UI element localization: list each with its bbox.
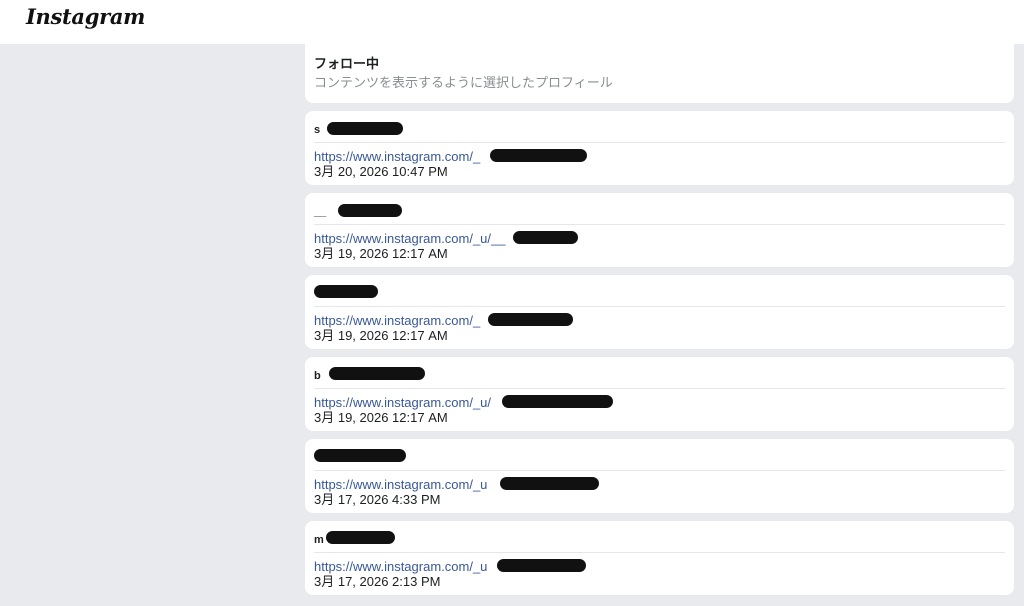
section-subtitle: コンテンツを表示するように選択したプロフィール [314, 75, 613, 90]
redaction-mark [314, 285, 378, 298]
follow-date: 3月 19, 2026 12:17 AM [314, 328, 448, 343]
redaction-mark [338, 204, 402, 217]
list-item: https://www.instagram.com/_u 3月 17, 2026… [305, 439, 1014, 513]
follow-date: 3月 20, 2026 10:47 PM [314, 164, 448, 179]
top-bar: Instagram [0, 0, 1024, 44]
divider [314, 388, 1005, 389]
profile-link[interactable]: https://www.instagram.com/_u/ [314, 395, 491, 410]
divider [314, 470, 1005, 471]
divider [314, 142, 1005, 143]
following-list: フォロー中 コンテンツを表示するように選択したプロフィール s https://… [305, 44, 1014, 595]
list-item: __ https://www.instagram.com/_u/__ 3月 19… [305, 193, 1014, 267]
instagram-logo[interactable]: Instagram [26, 4, 145, 29]
section-title: フォロー中 [314, 56, 380, 71]
redaction-mark [502, 395, 613, 408]
profile-link[interactable]: https://www.instagram.com/_u [314, 477, 487, 492]
redaction-mark [326, 531, 395, 544]
redaction-mark [500, 477, 599, 490]
profile-link[interactable]: https://www.instagram.com/_u/__ [314, 231, 505, 246]
username: __ [314, 206, 327, 218]
follow-date: 3月 19, 2026 12:17 AM [314, 410, 448, 425]
list-item: b https://www.instagram.com/_u/ 3月 19, 2… [305, 357, 1014, 431]
follow-date: 3月 17, 2026 2:13 PM [314, 574, 441, 589]
list-item: m https://www.instagram.com/_u 3月 17, 20… [305, 521, 1014, 595]
redaction-mark [327, 122, 403, 135]
follow-date: 3月 19, 2026 12:17 AM [314, 246, 448, 261]
divider [314, 224, 1005, 225]
profile-link[interactable]: https://www.instagram.com/_u [314, 559, 487, 574]
username: m [314, 534, 324, 546]
section-header: フォロー中 コンテンツを表示するように選択したプロフィール [305, 44, 1014, 103]
list-item: s https://www.instagram.com/_ 3月 20, 202… [305, 111, 1014, 185]
list-item: https://www.instagram.com/_ 3月 19, 2026 … [305, 275, 1014, 349]
redaction-mark [490, 149, 587, 162]
profile-link[interactable]: https://www.instagram.com/_ [314, 313, 480, 328]
username: b [314, 370, 321, 382]
redaction-mark [329, 367, 425, 380]
redaction-mark [488, 313, 573, 326]
redaction-mark [497, 559, 586, 572]
divider [314, 552, 1005, 553]
username: s [314, 124, 321, 136]
profile-link[interactable]: https://www.instagram.com/_ [314, 149, 480, 164]
divider [314, 306, 1005, 307]
redaction-mark [513, 231, 578, 244]
follow-date: 3月 17, 2026 4:33 PM [314, 492, 441, 507]
redaction-mark [314, 449, 406, 462]
